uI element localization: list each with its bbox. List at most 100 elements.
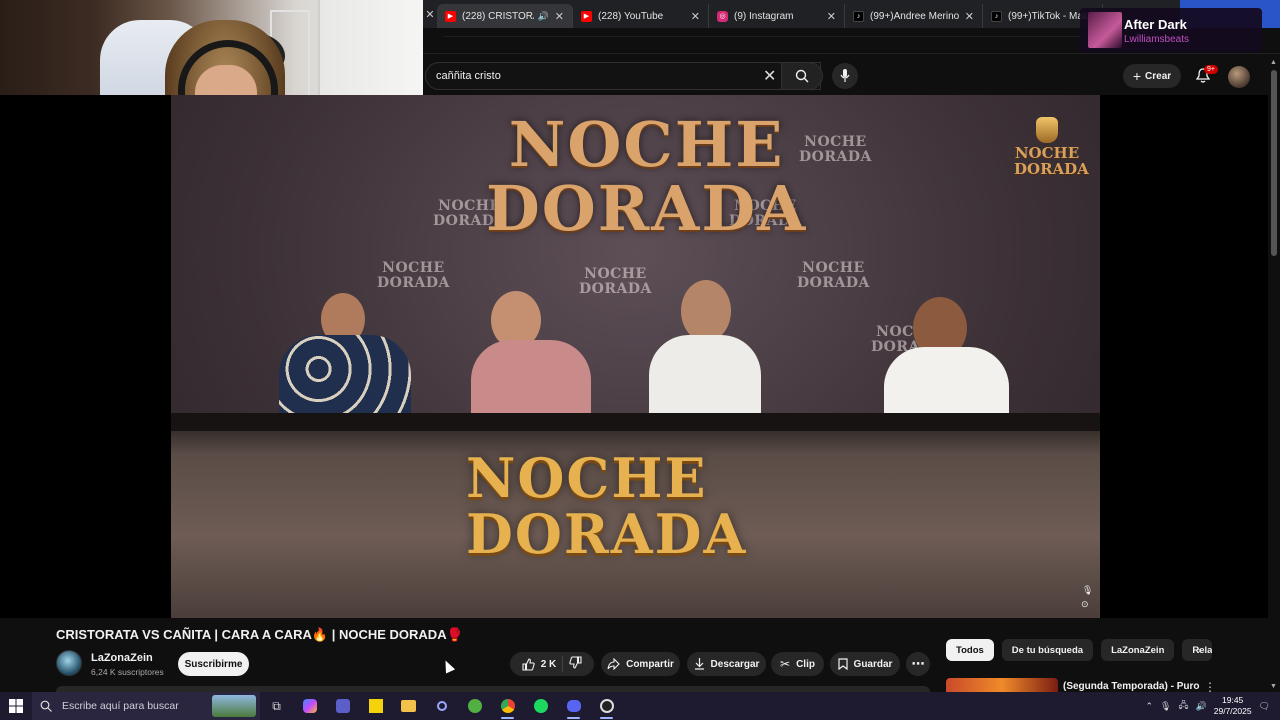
tab-title: (228) YouTube xyxy=(598,10,664,22)
related-filter-chips: Todos De tu búsqueda LaZonaZein Rela xyxy=(946,639,1213,661)
tab-close-icon[interactable]: ✕ xyxy=(555,10,564,23)
recommended-video-thumbnail[interactable] xyxy=(946,678,1058,692)
tab-title: (9) Instagram xyxy=(734,10,794,22)
discord-button[interactable] xyxy=(557,692,590,720)
search-value: caññita cristo xyxy=(436,70,501,82)
search-icon xyxy=(40,700,52,712)
windows-logo-icon xyxy=(9,699,23,713)
clip-button[interactable]: ✂ Clip xyxy=(771,652,824,676)
instagram-icon: ◎ xyxy=(717,10,728,22)
backdrop-logo: NOCHE DORADA xyxy=(797,260,870,291)
obs-icon xyxy=(599,699,614,713)
teams-icon xyxy=(335,699,350,713)
youtube-icon: ▶ xyxy=(581,10,592,22)
bookmark-icon xyxy=(837,658,848,670)
boxing-glove-icon xyxy=(1036,117,1058,143)
copilot-button[interactable] xyxy=(293,692,326,720)
notification-center-icon[interactable]: 🗨 xyxy=(1259,701,1270,712)
system-clock[interactable]: 19:45 29/7/2025 xyxy=(1214,695,1252,717)
like-button[interactable]: 2 K xyxy=(522,657,556,671)
xbox-button[interactable] xyxy=(458,692,491,720)
close-icon[interactable]: ✕ xyxy=(423,8,437,21)
save-button[interactable]: Guardar xyxy=(830,652,900,676)
track-artist: Lwilliamsbeats xyxy=(1124,34,1190,45)
scissors-icon: ✂ xyxy=(780,657,791,671)
cortana-button[interactable] xyxy=(425,692,458,720)
create-button[interactable]: + Crear xyxy=(1123,64,1181,88)
tab-close-icon[interactable]: ✕ xyxy=(965,10,974,23)
chip-de-tu-busqueda[interactable]: De tu búsqueda xyxy=(1001,639,1094,661)
clip-label: Clip xyxy=(796,658,815,670)
subscribe-button[interactable]: Suscribirme xyxy=(178,652,249,676)
thumbs-down-icon xyxy=(569,656,582,669)
voice-search-button[interactable] xyxy=(832,63,858,89)
plus-icon: + xyxy=(1132,68,1142,84)
divider xyxy=(562,656,564,672)
player-letterbox-right xyxy=(1100,95,1268,618)
network-icon[interactable]: 🖧 xyxy=(1178,698,1188,714)
backdrop-logo: NOCHE DORADA xyxy=(799,134,872,165)
taskbar-search-box[interactable]: Escribe aquí para buscar xyxy=(32,692,260,720)
volume-icon[interactable]: 🔊 xyxy=(1196,701,1207,712)
backdrop-logo: NOCHE DORADA xyxy=(377,260,450,291)
sticky-notes-button[interactable] xyxy=(359,692,392,720)
search-button[interactable] xyxy=(781,62,823,90)
microphone-icon[interactable]: 🎙 xyxy=(1082,585,1093,596)
chip-todos[interactable]: Todos xyxy=(946,639,994,661)
tab-close-icon[interactable]: ✕ xyxy=(691,10,700,23)
tab-tiktok-andree[interactable]: ♪ (99+)Andree Merino (@a ✕ xyxy=(845,4,983,28)
tab-close-icon[interactable]: ✕ xyxy=(827,10,836,23)
share-button[interactable]: Compartir xyxy=(601,652,680,676)
page-scrollbar[interactable]: ▲ ▼ xyxy=(1268,56,1280,692)
chrome-icon xyxy=(500,699,515,713)
task-view-button[interactable]: ⧉ xyxy=(260,692,293,720)
discord-icon xyxy=(566,700,581,712)
person-head xyxy=(681,280,731,342)
tab-instagram[interactable]: ◎ (9) Instagram ✕ xyxy=(709,4,845,28)
microphone-icon xyxy=(840,69,850,82)
channel-name[interactable]: LaZonaZein xyxy=(91,652,153,664)
chip-lazonazein[interactable]: LaZonaZein xyxy=(1101,639,1175,661)
scroll-up-arrow-icon[interactable]: ▲ xyxy=(1270,59,1277,66)
create-label: Crear xyxy=(1145,70,1172,82)
like-dislike-group: 2 K xyxy=(510,652,594,676)
folder-icon xyxy=(401,700,416,712)
clock-time: 19:45 xyxy=(1222,695,1244,705)
mouse-cursor-icon xyxy=(440,658,456,674)
account-avatar[interactable] xyxy=(1228,66,1250,88)
microphone-icon[interactable]: 🎙 xyxy=(1160,701,1171,712)
main-event-logo: NOCHE DORADA xyxy=(486,108,808,245)
spotify-button[interactable] xyxy=(524,692,557,720)
channel-avatar[interactable] xyxy=(56,650,82,676)
video-player[interactable]: NOCHE DORADA NOCHE DORADA NOCHE DORADA NOCH… xyxy=(171,95,1100,618)
clear-search-icon[interactable]: ✕ xyxy=(763,66,776,86)
download-button[interactable]: Descargar xyxy=(687,652,766,676)
share-arrow-icon xyxy=(607,658,620,670)
teams-button[interactable] xyxy=(326,692,359,720)
tab-cristorata[interactable]: ▶ (228) CRISTORATA VS 🔊 ✕ xyxy=(437,4,573,28)
windows-taskbar: Escribe aquí para buscar ⧉ ⌃ 🎙 🖧 🔊 19:45… xyxy=(0,692,1280,720)
more-actions-button[interactable]: ⋯ xyxy=(906,652,930,676)
chevron-up-icon[interactable]: ⌃ xyxy=(1145,701,1153,712)
clock-date: 29/7/2025 xyxy=(1213,706,1252,716)
search-icon xyxy=(795,69,809,83)
tab-youtube[interactable]: ▶ (228) YouTube ✕ xyxy=(573,4,709,28)
recommended-video-title[interactable]: (Segunda Temporada) - Puro xyxy=(1063,681,1200,692)
speaker-icon[interactable]: 🔊 xyxy=(538,11,549,22)
search-input[interactable]: caññita cristo xyxy=(425,62,821,90)
scroll-thumb[interactable] xyxy=(1271,70,1277,256)
download-icon xyxy=(694,658,704,670)
more-horizontal-icon: ⋯ xyxy=(911,656,925,671)
chrome-button[interactable] xyxy=(491,692,524,720)
start-button[interactable] xyxy=(0,692,32,720)
settings-icon[interactable]: ⊙ xyxy=(1081,599,1089,610)
person-body xyxy=(471,340,591,420)
chevron-right-icon[interactable]: › xyxy=(1190,641,1208,659)
file-explorer-button[interactable] xyxy=(392,692,425,720)
dislike-button[interactable] xyxy=(569,656,582,672)
scroll-down-arrow-icon[interactable]: ▼ xyxy=(1270,683,1277,690)
table-event-logo: NOCHE DORADA xyxy=(466,446,748,566)
track-title: After Dark xyxy=(1124,17,1187,32)
obs-button[interactable] xyxy=(590,692,623,720)
screen: ✕ ▶ (228) CRISTORATA VS 🔊 ✕ ▶ (228) YouT… xyxy=(0,0,1280,720)
